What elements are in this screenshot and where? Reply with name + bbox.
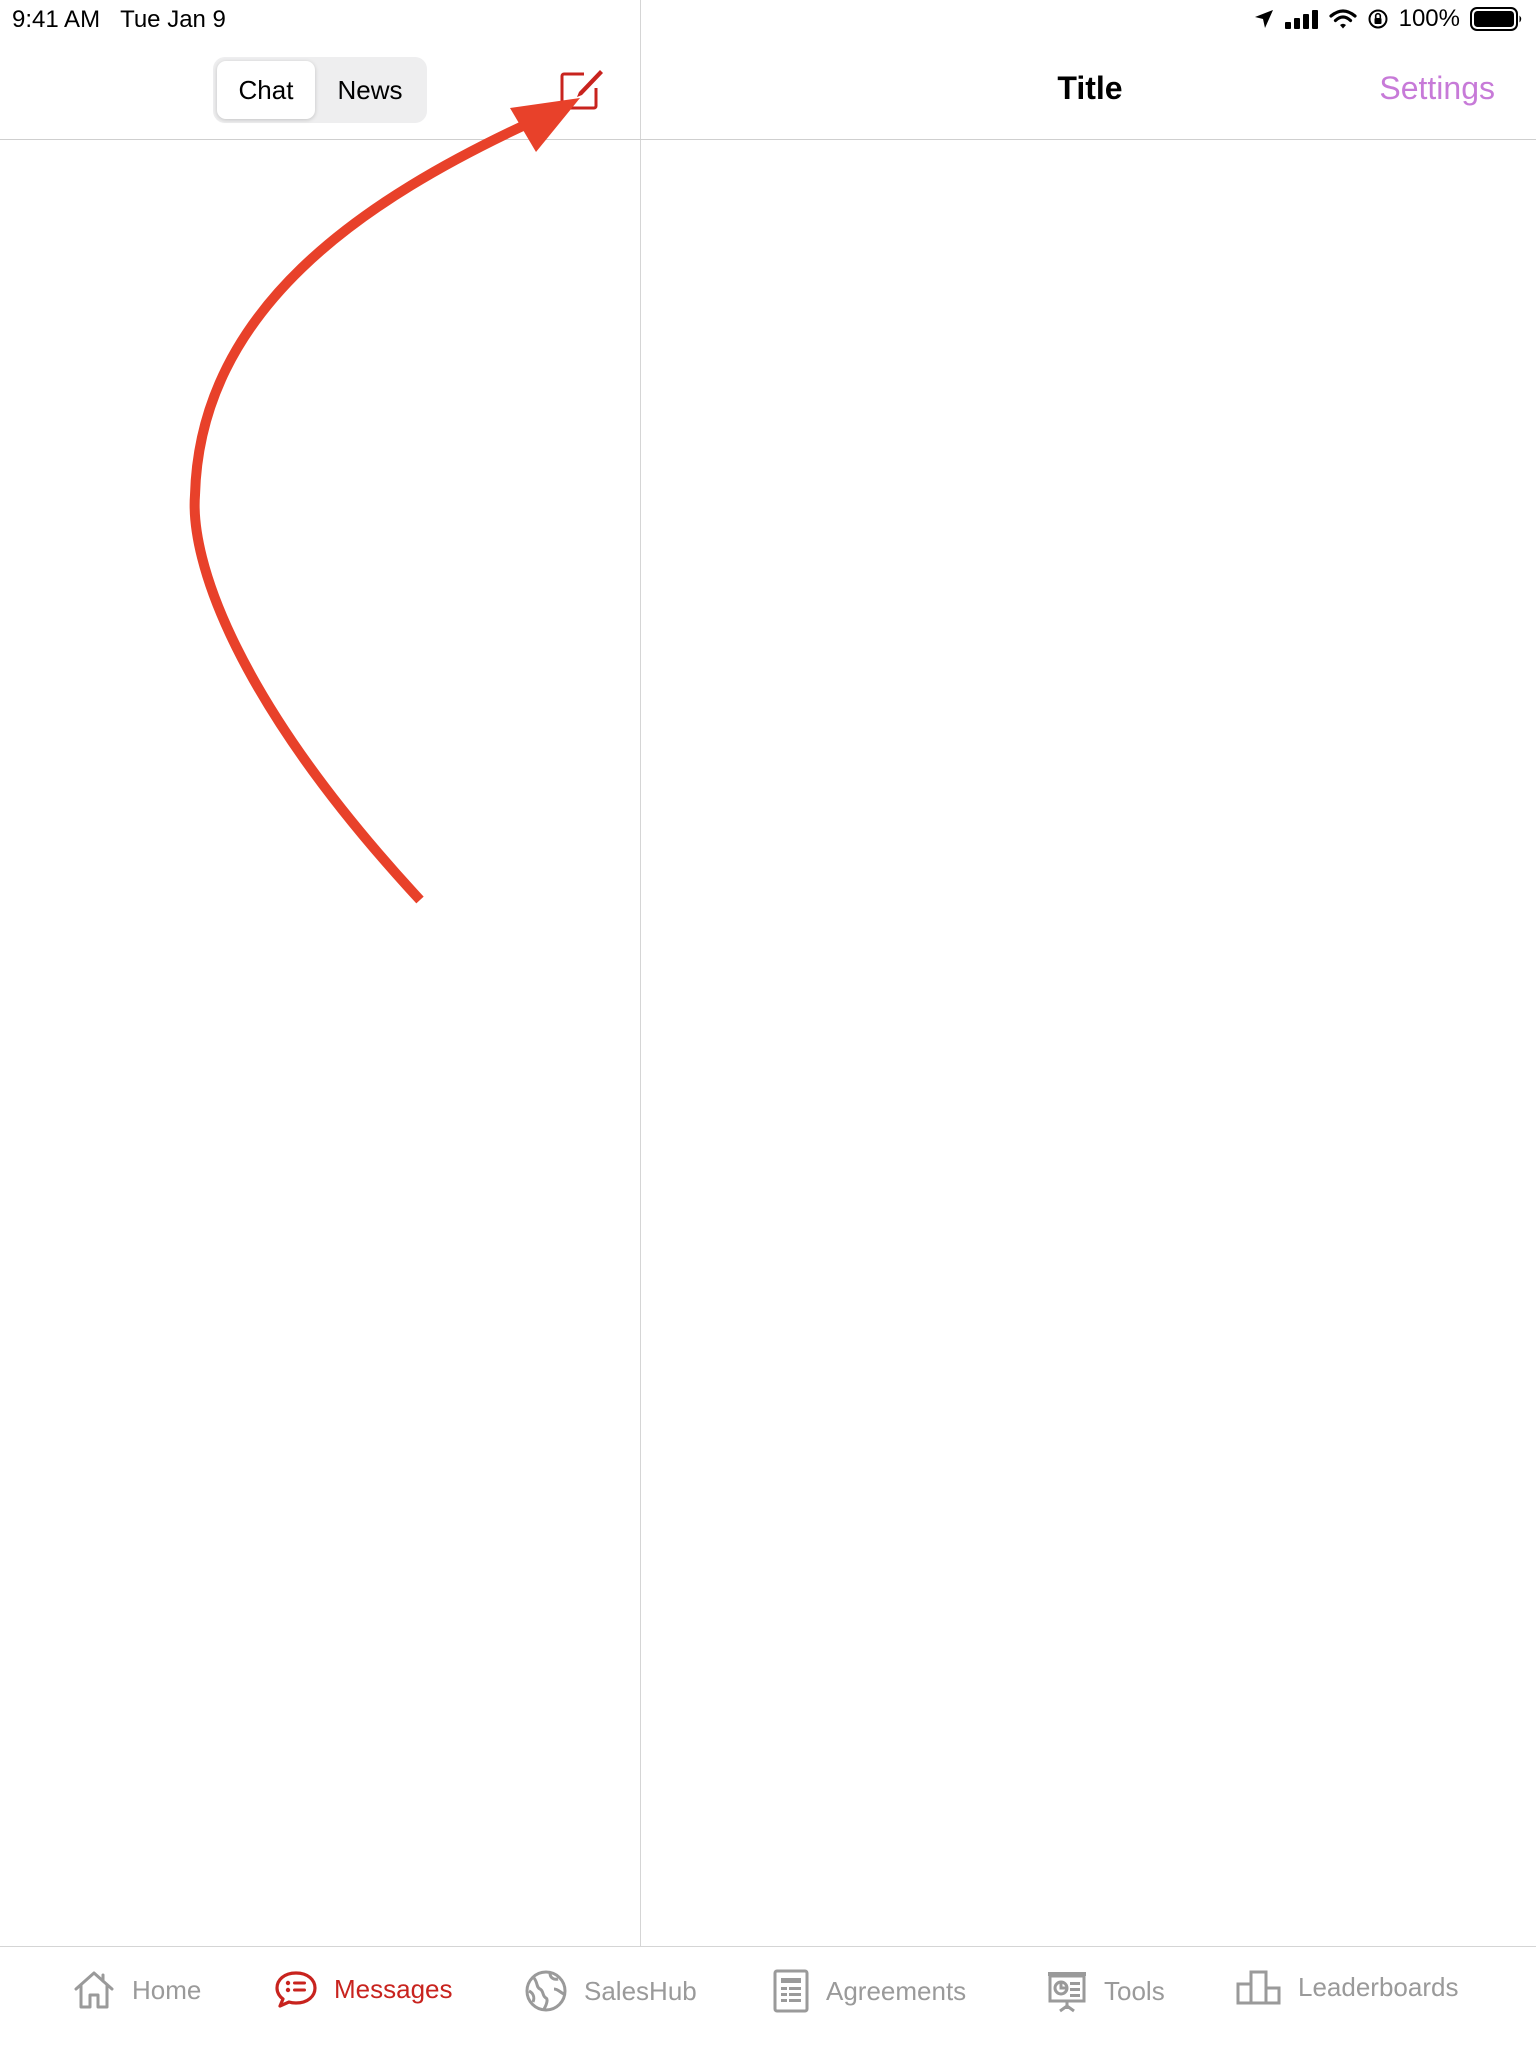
signal-icon xyxy=(1284,9,1319,29)
podium-icon xyxy=(1236,1969,1282,2005)
document-icon xyxy=(772,1969,810,2013)
settings-button[interactable]: Settings xyxy=(1379,70,1495,107)
chat-bubble-icon xyxy=(274,1969,318,2009)
compose-icon xyxy=(558,70,606,118)
status-right: 100% xyxy=(1253,5,1524,33)
presentation-icon xyxy=(1046,1969,1088,2013)
tab-saleshub[interactable]: SalesHub xyxy=(524,1969,697,2013)
battery-percent: 100% xyxy=(1398,5,1460,32)
sidebar-panel: Chat News xyxy=(0,0,641,1946)
tab-label-tools: Tools xyxy=(1104,1975,1165,2006)
header-divider xyxy=(0,139,1536,140)
tab-home[interactable]: Home xyxy=(72,1969,201,2011)
tab-agreements[interactable]: Agreements xyxy=(772,1969,966,2013)
tab-tools[interactable]: Tools xyxy=(1046,1969,1165,2013)
home-icon xyxy=(72,1969,116,2011)
segmented-control: Chat News xyxy=(213,57,427,123)
tab-bar: Home Messages SalesHub Agreements Tools … xyxy=(0,1946,1536,2048)
orientation-lock-icon xyxy=(1367,8,1389,30)
compose-button[interactable] xyxy=(558,66,606,114)
segment-chat[interactable]: Chat xyxy=(217,61,315,119)
tab-label-home: Home xyxy=(132,1974,202,2005)
tab-label-messages: Messages xyxy=(334,1973,453,2004)
tab-label-agreements: Agreements xyxy=(826,1975,967,2006)
wifi-icon xyxy=(1329,8,1357,30)
globe-icon xyxy=(524,1969,568,2013)
tab-messages[interactable]: Messages xyxy=(274,1969,453,2009)
battery-icon xyxy=(1470,7,1524,31)
segment-news[interactable]: News xyxy=(317,61,423,119)
location-icon xyxy=(1253,8,1275,30)
tab-label-leaderboards: Leaderboards xyxy=(1298,1971,1459,2002)
tab-leaderboards[interactable]: Leaderboards xyxy=(1236,1969,1458,2005)
page-title: Title xyxy=(1057,70,1123,106)
tab-label-saleshub: SalesHub xyxy=(584,1975,697,2006)
app-window: 9:41 AM Tue Jan 9 100% Chat News Title S… xyxy=(0,0,1536,2048)
